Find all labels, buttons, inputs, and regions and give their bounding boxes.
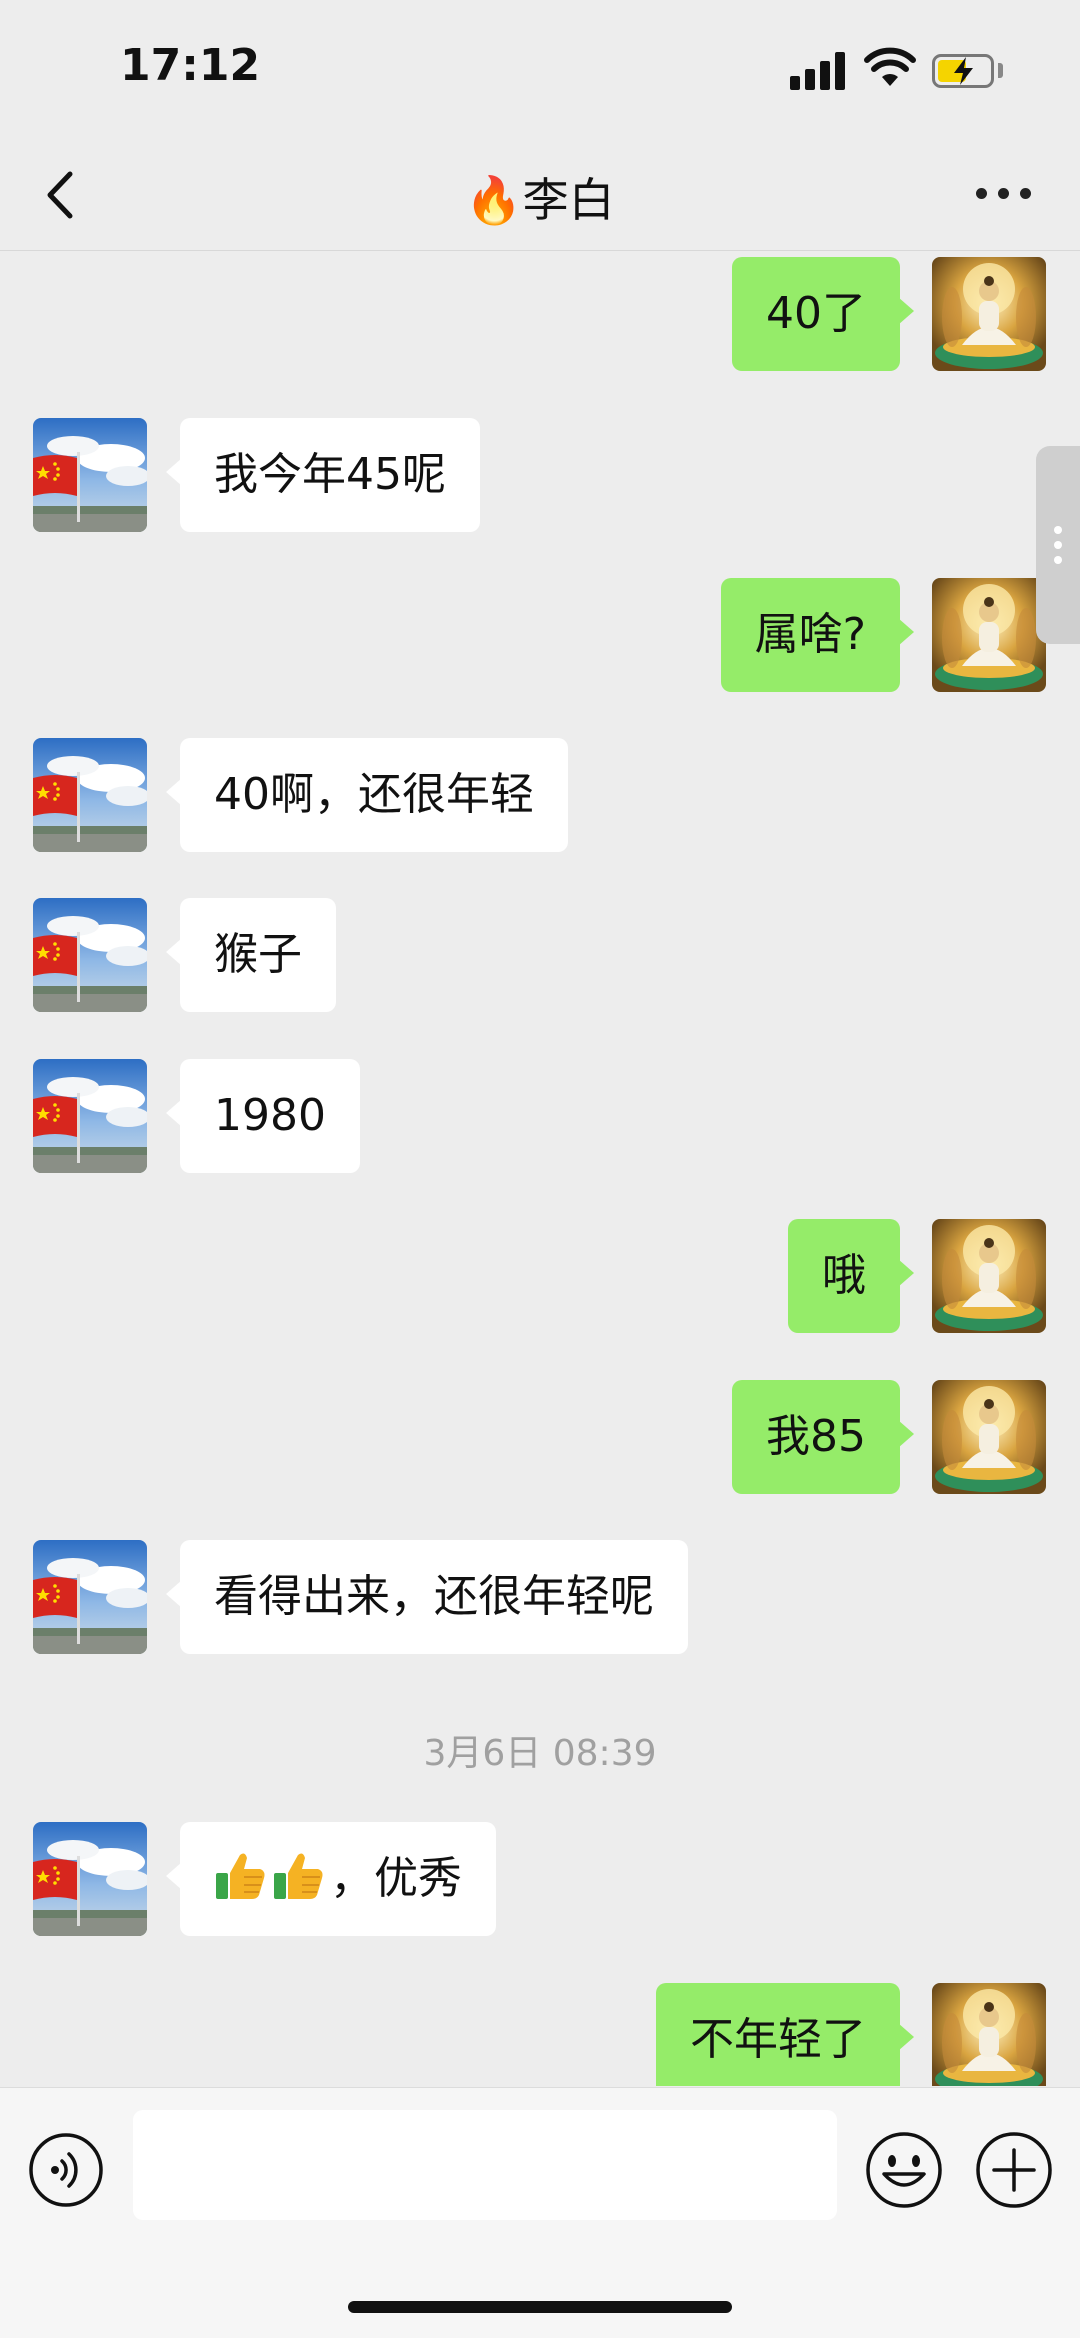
my-avatar[interactable] xyxy=(932,1219,1046,1333)
message-bubble-sent[interactable]: 哦 xyxy=(788,1219,914,1333)
message-bubble-received[interactable]: 1980 xyxy=(166,1059,360,1173)
chat-area[interactable]: 40了 我今年45呢 属啥? 40啊，还很年轻 猴子 1980 哦 我85 看得… xyxy=(0,251,1080,2086)
message-bubble-received[interactable]: 看得出来，还很年轻呢 xyxy=(166,1540,688,1654)
status-bar: 17:12 xyxy=(0,0,1080,140)
battery-cap xyxy=(998,63,1003,78)
battery-icon xyxy=(932,54,994,88)
more-options-icon[interactable] xyxy=(976,188,1032,204)
emoji-icon[interactable] xyxy=(864,2130,944,2210)
contact-avatar[interactable] xyxy=(33,1059,147,1173)
contact-avatar[interactable] xyxy=(33,898,147,1012)
message-bubble-received[interactable]: 40啊，还很年轻 xyxy=(166,738,568,852)
contact-avatar[interactable] xyxy=(33,1540,147,1654)
contact-avatar[interactable] xyxy=(33,738,147,852)
contact-avatar[interactable] xyxy=(33,1822,147,1936)
thumbs-up-icon xyxy=(272,1849,326,1903)
voice-input-icon[interactable] xyxy=(28,2132,104,2208)
message-bubble-sent[interactable]: 40了 xyxy=(732,257,914,371)
my-avatar[interactable] xyxy=(932,1380,1046,1494)
chat-timestamp: 3月6日 08:39 xyxy=(423,1733,657,1774)
plus-icon[interactable] xyxy=(974,2130,1054,2210)
my-avatar[interactable] xyxy=(932,578,1046,692)
thumbs-up-icon xyxy=(214,1849,268,1903)
my-avatar[interactable] xyxy=(932,257,1046,371)
home-indicator[interactable] xyxy=(348,2301,732,2313)
message-bubble-received[interactable]: 猴子 xyxy=(166,898,336,1012)
side-drawer-handle[interactable] xyxy=(1036,446,1080,644)
message-bubble-sent[interactable]: 不年轻了 xyxy=(656,1983,914,2086)
chat-title: 🔥李白 xyxy=(465,173,615,227)
chat-header: 🔥李白 xyxy=(0,140,1080,251)
wifi-icon xyxy=(864,47,916,86)
input-bar xyxy=(0,2087,1080,2338)
contact-avatar[interactable] xyxy=(33,418,147,532)
message-bubble-received[interactable]: 我今年45呢 xyxy=(166,418,480,532)
cellular-signal-icon xyxy=(790,52,846,90)
message-bubble-sent[interactable]: 我85 xyxy=(732,1380,914,1494)
my-avatar[interactable] xyxy=(932,1983,1046,2086)
message-input[interactable] xyxy=(133,2110,837,2220)
status-time: 17:12 xyxy=(120,40,261,91)
message-bubble-sent[interactable]: 属啥? xyxy=(720,578,915,692)
message-text: ，优秀 xyxy=(330,1853,462,1904)
message-bubble-received[interactable]: ，优秀 xyxy=(166,1822,496,1936)
